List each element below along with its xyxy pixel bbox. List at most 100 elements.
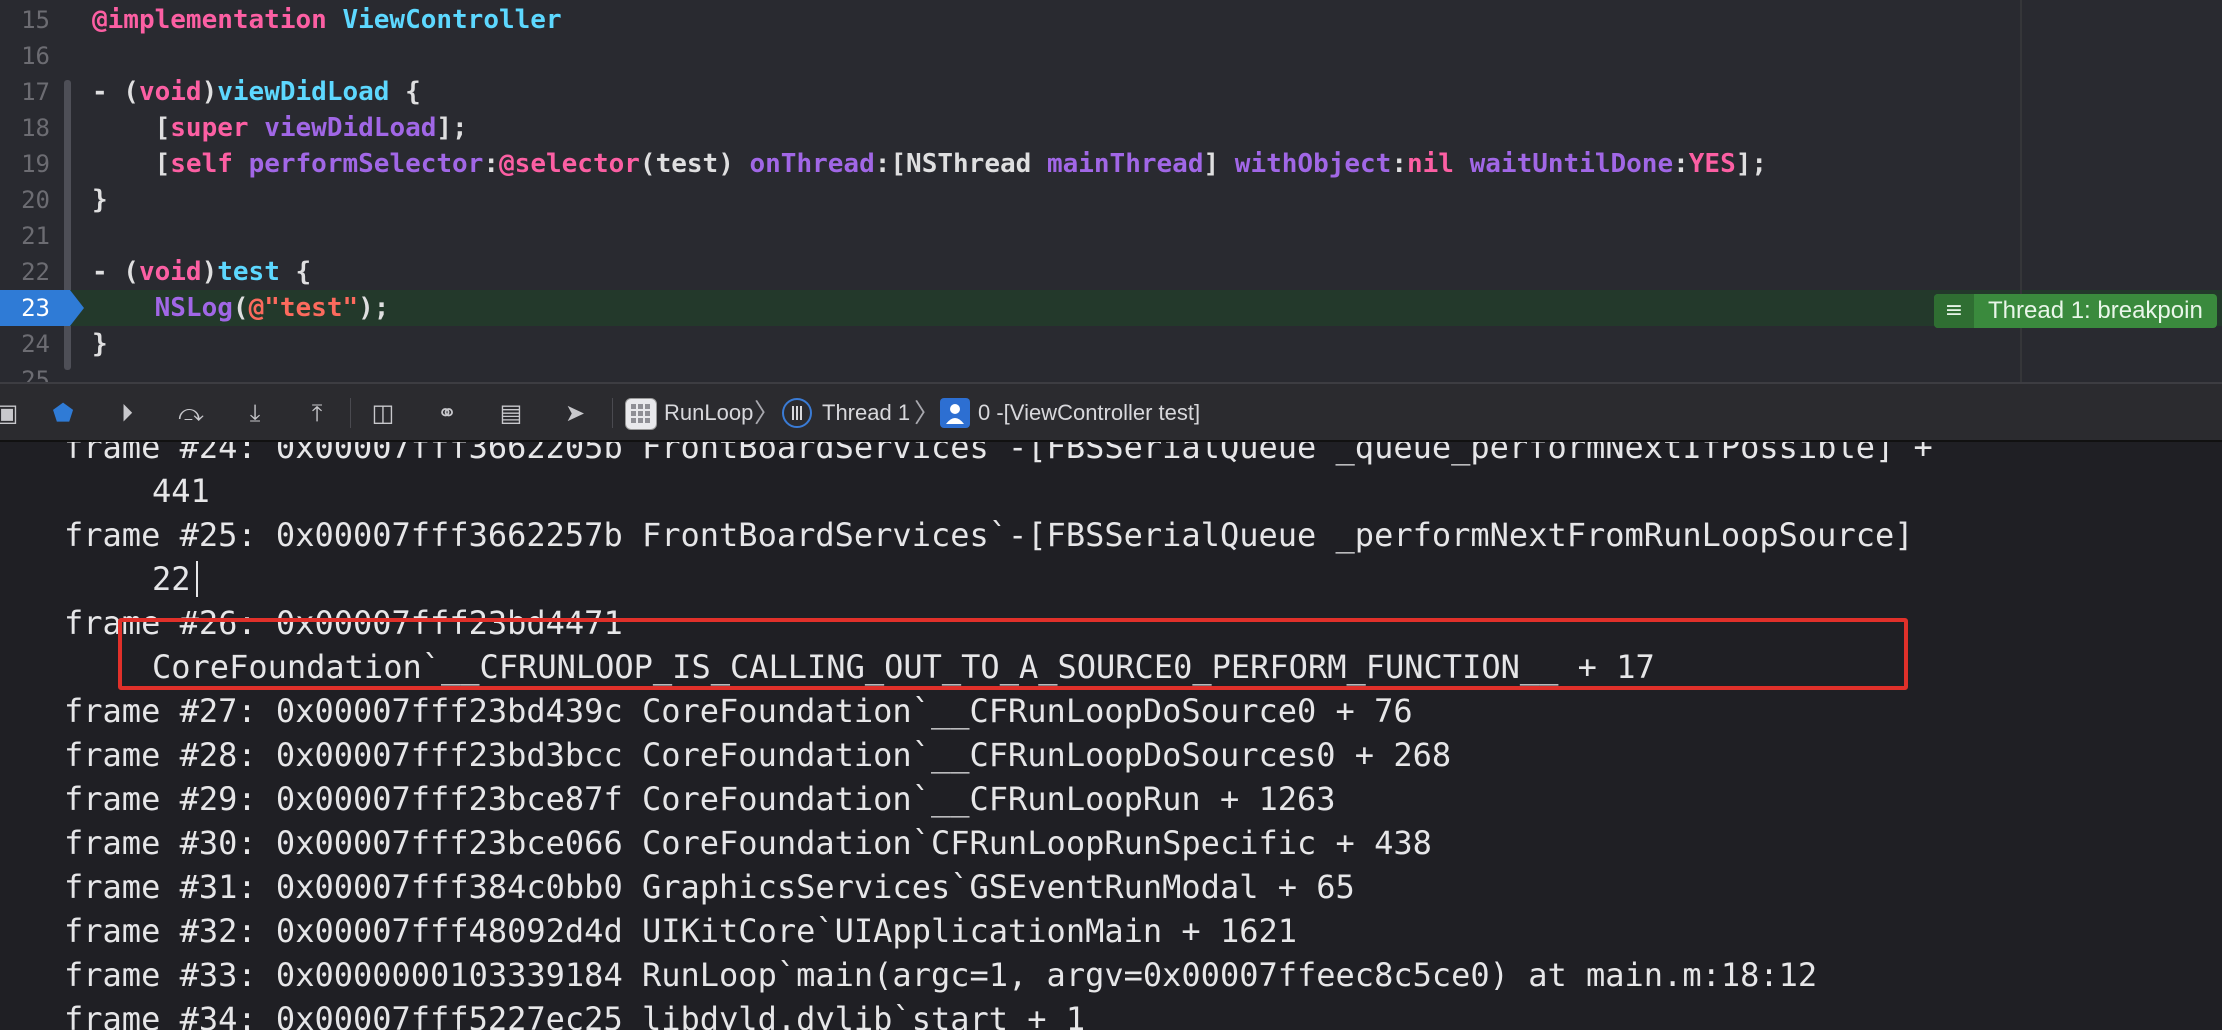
code-token: @implementation: [92, 5, 343, 35]
code-token: ): [201, 257, 218, 287]
code-token: self: [170, 149, 233, 179]
console-output-line: frame #29: 0x00007fff23bce87f CoreFounda…: [64, 780, 1336, 818]
code-token: void: [138, 77, 202, 107]
debug-toolbar: ▣ ⬟ ⏵ ⤼ ⤓ ⤒ ◫ ⚭ ▤ ➤ RunLoop 〉 Thread 1 〉 0 -[View…: [0, 382, 2222, 442]
code-line[interactable]: 20}: [0, 182, 2222, 218]
console-output-line: frame #34: 0x00007fff5227ec25 libdyld.dy…: [64, 1000, 1086, 1030]
code-line[interactable]: 15 @implementation ViewController: [0, 2, 2222, 38]
code-token: }: [92, 185, 108, 215]
environment-overrides-icon[interactable]: ▤: [496, 398, 526, 428]
text-cursor: [196, 561, 198, 597]
annotation-highlight-box: [118, 618, 1908, 690]
line-number: 23: [21, 294, 50, 322]
code-token: (: [232, 293, 249, 323]
user-code-frame-icon: [940, 398, 970, 428]
line-number: 15: [21, 6, 50, 34]
line-number: 21: [21, 222, 50, 250]
code-token: ];: [436, 113, 468, 143]
code-token: ]: [1203, 149, 1235, 179]
memory-graph-icon[interactable]: ⚭: [432, 398, 462, 428]
code-token: :: [483, 149, 500, 179]
code-token: viewDidLoad: [217, 77, 390, 107]
code-text: }: [92, 326, 108, 362]
code-token: (test): [639, 149, 750, 179]
hide-debug-area-icon[interactable]: ▣: [0, 398, 22, 428]
toolbar-separator: [612, 398, 613, 428]
chevron-right-icon: 〉: [914, 398, 941, 428]
code-line[interactable]: 21: [0, 218, 2222, 254]
line-number: 18: [21, 114, 50, 142]
breakpoint-list-icon: ≡: [1934, 294, 1974, 328]
step-into-icon[interactable]: ⤓: [240, 398, 270, 428]
code-token: {: [389, 77, 421, 107]
console-output-line: frame #24: 0x00007fff3662205b FrontBoard…: [64, 442, 1933, 466]
code-token: waitUntilDone: [1469, 149, 1674, 179]
code-token: test: [217, 257, 280, 287]
chevron-right-icon: 〉: [754, 398, 781, 428]
code-text: - (void)viewDidLoad {: [92, 74, 421, 110]
current-code-line[interactable]: 23 NSLog(@"test");: [0, 290, 2222, 326]
code-text: - (void)test {: [92, 254, 311, 290]
step-over-icon[interactable]: ⤼: [176, 398, 206, 428]
code-line[interactable]: 25: [0, 362, 2222, 382]
breadcrumb-frame[interactable]: 0 -[ViewController test]: [978, 396, 1200, 430]
code-token: super: [170, 113, 249, 143]
breadcrumb-thread[interactable]: Thread 1: [822, 396, 910, 430]
console-output-line: frame #28: 0x00007fff23bd3bcc CoreFounda…: [64, 736, 1452, 774]
debug-console[interactable]: frame #24: 0x00007fff3662205b FrontBoard…: [0, 442, 2222, 1030]
view-hierarchy-icon[interactable]: ◫: [368, 398, 398, 428]
line-number: 24: [21, 330, 50, 358]
code-token: void: [138, 257, 202, 287]
console-output-line: frame #27: 0x00007fff23bd439c CoreFounda…: [64, 692, 1413, 730]
line-number: 25: [21, 366, 50, 382]
breakpoint-status-label: Thread 1: breakpoin: [1988, 297, 2203, 324]
step-out-icon[interactable]: ⤒: [302, 398, 332, 428]
code-line[interactable]: 18 [super viewDidLoad];: [0, 110, 2222, 146]
line-number: 22: [21, 258, 50, 286]
code-text: [super viewDidLoad];: [92, 110, 468, 146]
code-token: viewDidLoad: [264, 113, 437, 143]
console-output-line: frame #33: 0x0000000103339184 RunLoop`ma…: [64, 956, 1818, 994]
code-token: nil: [1407, 149, 1454, 179]
code-token: NSThread: [906, 149, 1032, 179]
breakpoints-toggle-icon[interactable]: ⬟: [48, 398, 78, 428]
code-line[interactable]: 24}: [0, 326, 2222, 362]
code-text: [self performSelector:@selector(test) on…: [92, 146, 1767, 182]
code-token: mainThread: [1046, 149, 1204, 179]
code-token: }: [92, 329, 108, 359]
app-target-icon: [625, 398, 657, 430]
code-token: [: [92, 149, 171, 179]
line-number: 17: [21, 78, 50, 106]
code-token: ];: [1735, 149, 1768, 179]
source-editor[interactable]: 15 @implementation ViewController 16 17- (v…: [0, 0, 2222, 382]
console-output-line: 441: [152, 472, 210, 510]
code-line[interactable]: 16: [0, 38, 2222, 74]
code-token: ): [201, 77, 218, 107]
code-line[interactable]: 19 [self performSelector:@selector(test)…: [0, 146, 2222, 182]
console-output-line: frame #25: 0x00007fff3662257b FrontBoard…: [64, 516, 1914, 554]
code-token: [: [92, 113, 171, 143]
code-line[interactable]: 17 - (void)viewDidLoad {: [0, 74, 2222, 110]
breadcrumb-target[interactable]: RunLoop: [664, 396, 753, 430]
simulate-location-icon[interactable]: ➤: [560, 398, 590, 428]
line-number: 19: [21, 150, 50, 178]
continue-icon[interactable]: ⏵: [112, 398, 142, 428]
console-output-line: 22: [152, 560, 191, 598]
toolbar-separator: [350, 398, 351, 428]
console-output-line: frame #32: 0x00007fff48092d4d UIKitCore`…: [64, 912, 1297, 950]
code-token: withObject: [1234, 149, 1392, 179]
code-token: - (: [92, 77, 139, 107]
code-text: }: [92, 182, 108, 218]
code-token: performSelector: [248, 149, 484, 179]
code-line[interactable]: 22 - (void)test {: [0, 254, 2222, 290]
code-token: YES: [1688, 149, 1736, 179]
breakpoint-status-badge[interactable]: ≡ Thread 1: breakpoin: [1934, 294, 2217, 328]
code-token: {: [279, 257, 312, 287]
console-output-line: frame #31: 0x00007fff384c0bb0 GraphicsSe…: [64, 868, 1355, 906]
console-output-line: frame #30: 0x00007fff23bce066 CoreFounda…: [64, 824, 1432, 862]
